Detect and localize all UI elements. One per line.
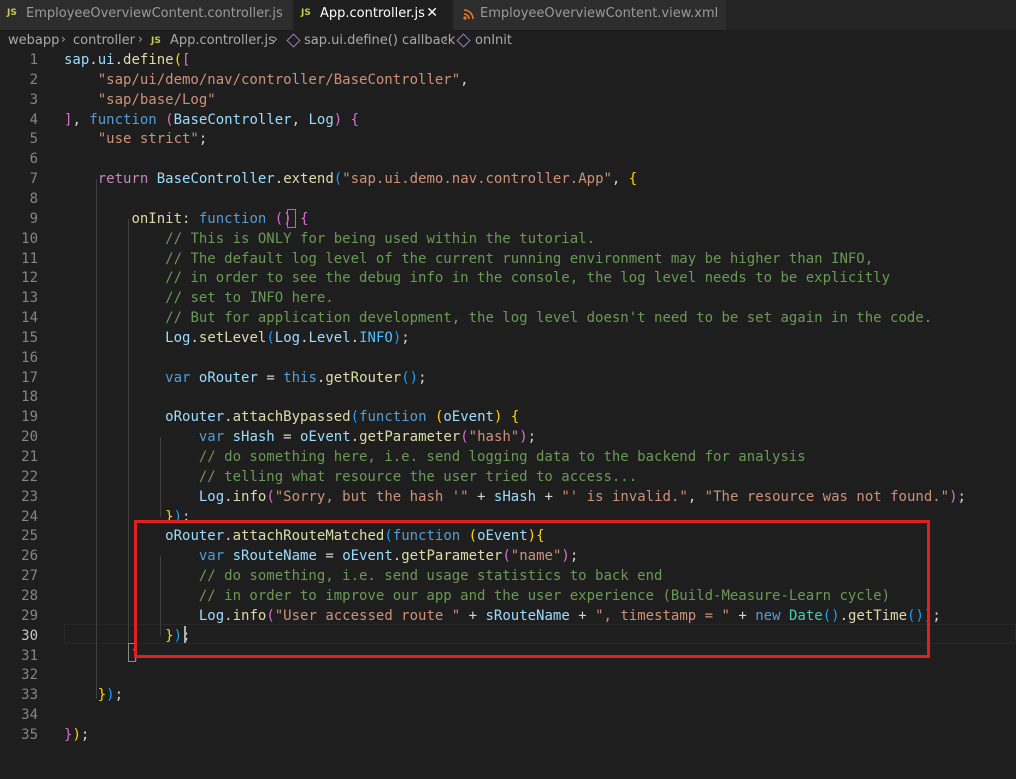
code-line[interactable]: return BaseController.extend("sap.ui.dem… xyxy=(64,171,638,187)
line-number[interactable]: 12 xyxy=(0,270,38,286)
line-number[interactable]: 34 xyxy=(0,707,38,723)
line-number[interactable]: 7 xyxy=(0,171,38,187)
js-file-icon: JS xyxy=(301,8,311,18)
close-icon[interactable]: ✕ xyxy=(426,5,438,21)
code-line[interactable]: var oRouter = this.getRouter(); xyxy=(64,370,426,386)
line-number[interactable]: 8 xyxy=(0,191,38,207)
code-line[interactable]: // do something here, i.e. send logging … xyxy=(64,449,806,465)
code-line[interactable]: "use strict"; xyxy=(64,131,208,147)
tab-employee-overview-controller[interactable]: JS EmployeeOverviewContent.controller.js xyxy=(0,0,292,30)
line-number[interactable]: 24 xyxy=(0,509,38,525)
code-line[interactable]: // The default log level of the current … xyxy=(64,251,873,267)
js-file-icon: JS xyxy=(7,8,17,18)
line-number[interactable]: 2 xyxy=(0,72,38,88)
breadcrumb-file[interactable]: App.controller.js xyxy=(170,33,275,48)
line-number[interactable]: 9 xyxy=(0,211,38,227)
line-number[interactable]: 27 xyxy=(0,568,38,584)
chevron-right-icon: › xyxy=(443,32,448,46)
code-line[interactable]: onInit: function () { xyxy=(64,211,308,227)
line-number[interactable]: 5 xyxy=(0,131,38,147)
line-number[interactable]: 23 xyxy=(0,489,38,505)
code-line[interactable]: oRouter.attachBypassed(function (oEvent)… xyxy=(64,409,519,425)
code-line[interactable]: // telling what resource the user tried … xyxy=(64,469,637,485)
code-line[interactable]: ], function (BaseController, Log) { xyxy=(64,112,359,128)
code-line[interactable]: // in order to see the debug info in the… xyxy=(64,270,890,286)
code-line[interactable]: "sap/ui/demo/nav/controller/BaseControll… xyxy=(64,72,469,88)
tab-label: App.controller.js xyxy=(320,6,425,21)
line-number[interactable]: 19 xyxy=(0,409,38,425)
code-line[interactable]: // set to INFO here. xyxy=(64,290,334,306)
breadcrumb-webapp[interactable]: webapp xyxy=(8,33,59,48)
breadcrumb-symbol-oninit[interactable]: onInit xyxy=(475,33,512,48)
line-number[interactable]: 10 xyxy=(0,231,38,247)
js-file-icon: JS xyxy=(151,36,161,46)
method-icon xyxy=(286,33,301,48)
line-number[interactable]: 21 xyxy=(0,449,38,465)
line-number[interactable]: 22 xyxy=(0,469,38,485)
line-number[interactable]: 18 xyxy=(0,389,38,405)
line-number[interactable]: 25 xyxy=(0,528,38,544)
line-number[interactable]: 16 xyxy=(0,350,38,366)
line-number[interactable]: 3 xyxy=(0,92,38,108)
line-number[interactable]: 30 xyxy=(0,628,38,644)
tab-label: EmployeeOverviewContent.controller.js xyxy=(26,6,283,21)
line-number[interactable]: 13 xyxy=(0,290,38,306)
tab-app-controller[interactable]: JS App.controller.js ✕ xyxy=(294,0,452,30)
line-number[interactable]: 17 xyxy=(0,370,38,386)
code-line[interactable]: var sHash = oEvent.getParameter("hash"); xyxy=(64,429,536,445)
line-number[interactable]: 31 xyxy=(0,648,38,664)
code-line[interactable]: Log.setLevel(Log.Level.INFO); xyxy=(64,330,410,346)
chevron-right-icon: › xyxy=(273,32,278,46)
code-line[interactable]: // This is ONLY for being used within th… xyxy=(64,231,595,247)
code-editor[interactable]: 1 sap.ui.define([ 2 "sap/ui/demo/nav/contr… xyxy=(0,52,1016,779)
line-number[interactable]: 1 xyxy=(0,52,38,68)
code-line[interactable]: // But for application development, the … xyxy=(64,310,932,326)
tab-employee-overview-view[interactable]: EmployeeOverviewContent.view.xml xyxy=(454,0,726,30)
line-number[interactable]: 4 xyxy=(0,112,38,128)
line-number[interactable]: 33 xyxy=(0,687,38,703)
line-number[interactable]: 29 xyxy=(0,608,38,624)
line-number[interactable]: 26 xyxy=(0,548,38,564)
code-line[interactable]: sap.ui.define([ xyxy=(64,52,190,68)
line-number[interactable]: 11 xyxy=(0,251,38,267)
line-number[interactable]: 20 xyxy=(0,429,38,445)
code-line[interactable]: }); xyxy=(64,727,89,743)
annotation-highlight-box xyxy=(134,520,930,658)
line-number[interactable]: 32 xyxy=(0,667,38,683)
tab-bar: JS EmployeeOverviewContent.controller.js… xyxy=(0,0,1016,30)
breadcrumb-symbol-define[interactable]: sap.ui.define() callback xyxy=(304,33,455,48)
code-line[interactable]: "sap/base/Log" xyxy=(64,92,216,108)
tab-label: EmployeeOverviewContent.view.xml xyxy=(480,6,719,21)
chevron-right-icon: › xyxy=(61,32,66,46)
breadcrumb-controller[interactable]: controller xyxy=(73,33,135,48)
code-line[interactable]: Log.info("Sorry, but the hash '" + sHash… xyxy=(64,489,966,505)
line-number[interactable]: 6 xyxy=(0,151,38,167)
line-number[interactable]: 15 xyxy=(0,330,38,346)
breadcrumb: webapp › controller › JS App.controller.… xyxy=(0,30,1016,52)
bracket-match xyxy=(287,209,296,228)
line-number[interactable]: 14 xyxy=(0,310,38,326)
method-icon xyxy=(456,33,471,48)
line-number[interactable]: 35 xyxy=(0,727,38,743)
rss-icon xyxy=(463,9,474,20)
code-line[interactable]: }); xyxy=(64,687,123,703)
chevron-right-icon: › xyxy=(138,32,143,46)
line-number[interactable]: 28 xyxy=(0,588,38,604)
